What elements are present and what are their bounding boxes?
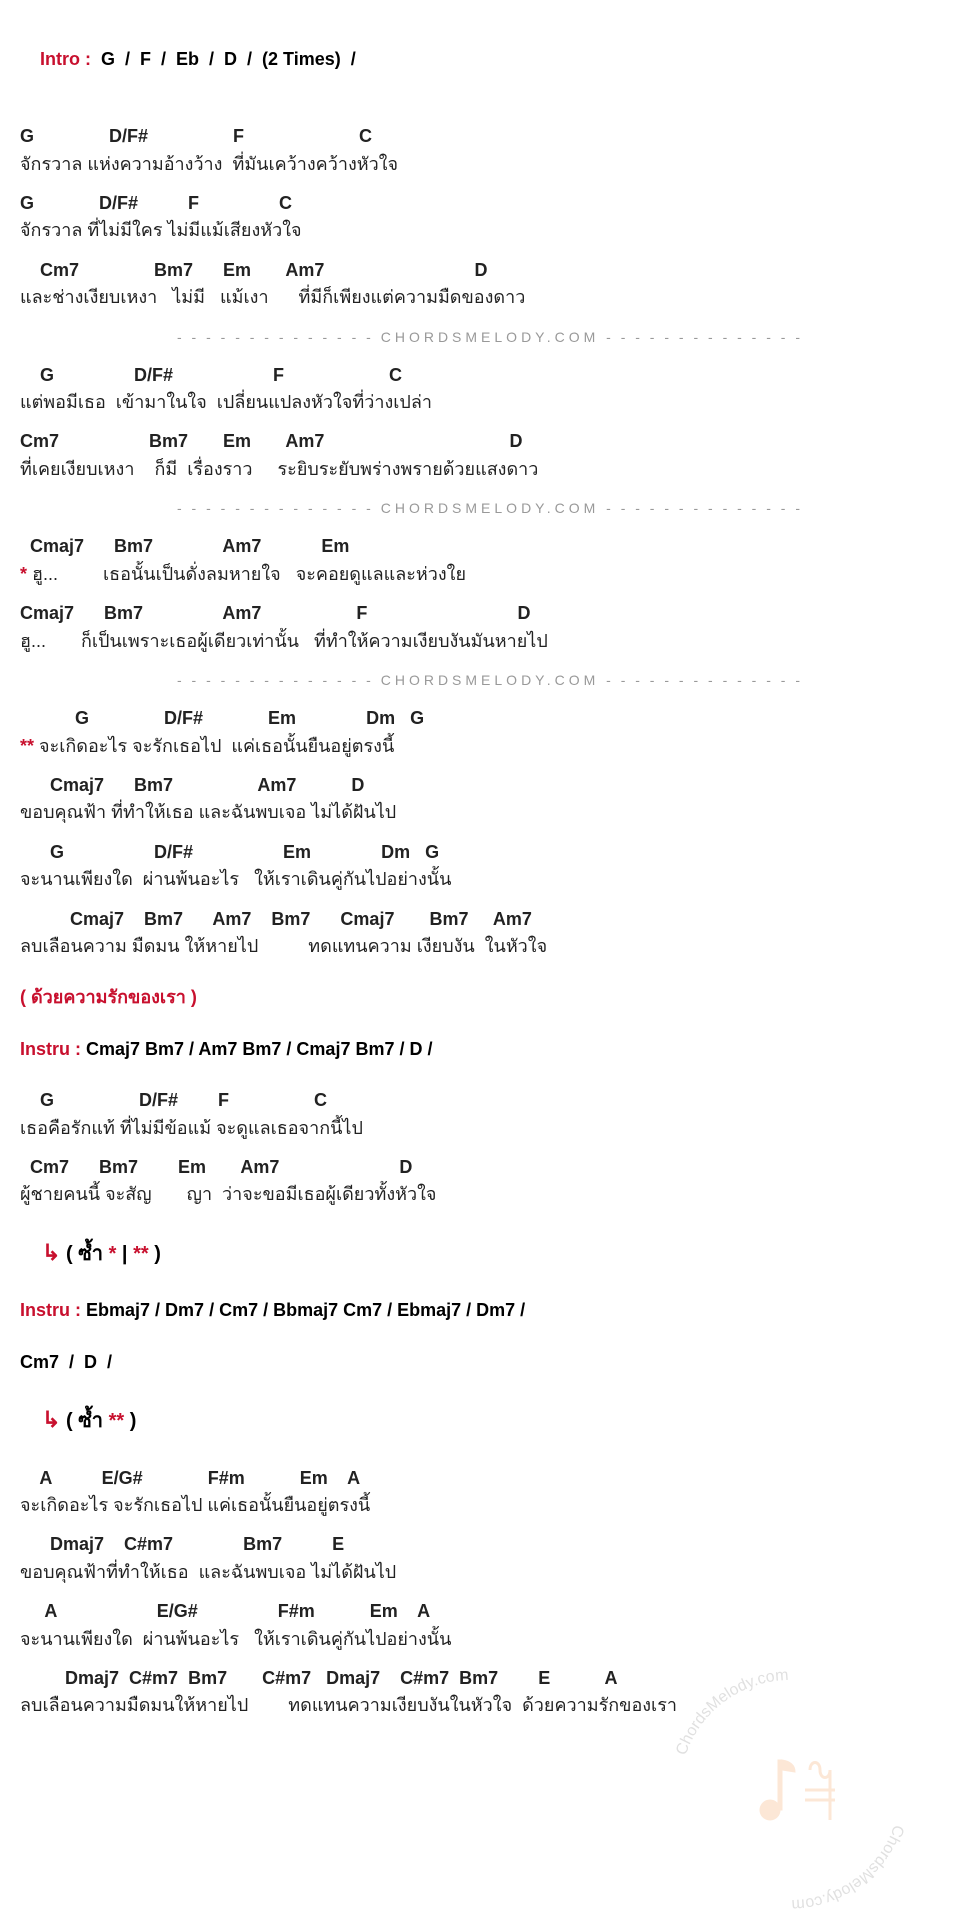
lyric-text: ฮู... เธอนั้นเป็นดั่งลมหายใจ จะคอยดูแลแล… xyxy=(27,564,466,584)
chord-row: G D/F# F C xyxy=(20,125,960,148)
brand-text: CHORDSMELODY.COM xyxy=(381,329,600,345)
repeat-line: ↳ ( ซ้ำ * | ** ) xyxy=(20,1239,960,1268)
marker-star: ** xyxy=(20,736,34,756)
lyric-text: จะเกิดอะไร จะรักเธอไป แค่เธอนั้นยืนอยู่ต… xyxy=(34,736,394,756)
instru-label: Instru : xyxy=(20,1039,81,1059)
lyric-row: ผู้ชายคนนี้ จะสัญ ญา ว่าจะขอมีเธอผู้เดีย… xyxy=(20,1183,960,1206)
lyric-row: ฮู... ก็เป็นเพราะเธอผู้เดียวเท่านั้น ที่… xyxy=(20,630,960,653)
note-line: ( ด้วยความรักของเรา ) xyxy=(20,986,960,1009)
svg-text:ChordsMelody.com: ChordsMelody.com xyxy=(791,1823,907,1914)
brand-text: CHORDSMELODY.COM xyxy=(381,500,600,516)
intro-line: Intro : G / F / Eb / D / (2 Times) / xyxy=(20,25,960,95)
repeat-text: ( ซ้ำ xyxy=(66,1243,109,1265)
repeat-line: ↳ ( ซ้ำ ** ) xyxy=(20,1406,960,1435)
chord-row: G D/F# Em Dm G xyxy=(20,707,960,730)
intro-chords: G / F / Eb / D / (2 Times) / xyxy=(101,49,356,69)
chord-row: Cm7 Bm7 Em Am7 D xyxy=(20,430,960,453)
lyric-row: จะเกิดอะไร จะรักเธอไป แค่เธอนั้นยืนอยู่ต… xyxy=(20,1494,960,1517)
chord-row: Cmaj7 Bm7 Am7 D xyxy=(20,774,960,797)
chord-row: Cmaj7 Bm7 Am7 Em xyxy=(20,535,960,558)
lyric-row: จะนานเพียงใด ผ่านพ้นอะไร ให้เราเดินคู่กั… xyxy=(20,1628,960,1651)
instru-label: Instru : xyxy=(20,1300,81,1320)
marker-star: * xyxy=(20,564,27,584)
chord-row: Cm7 Bm7 Em Am7 D xyxy=(20,259,960,282)
lyric-row: ขอบคุณฟ้าที่ทำให้เธอ และฉันพบเจอ ไม่ได้ฝ… xyxy=(20,1561,960,1584)
chord-row: A E/G# F#m Em A xyxy=(20,1600,960,1623)
divider: - - - - - - - - - - - - - - CHORDSMELODY… xyxy=(20,328,960,346)
lyric-row: และช่างเงียบเหงา ไม่มี แม้เงา ที่มีก็เพี… xyxy=(20,286,960,309)
repeat-text: ( ซ้ำ xyxy=(66,1410,109,1432)
lyric-row: แต่พอมีเธอ เข้ามาในใจ เปลี่ยนแปลงหัวใจที… xyxy=(20,391,960,414)
watermark-text: ChordsMelody.com xyxy=(791,1823,907,1914)
arrow-icon: ↳ xyxy=(42,1407,60,1432)
lyric-row: ลบเลือนความมืดมนให้หายไป ทดแทนความเงียบง… xyxy=(20,1694,960,1717)
divider: - - - - - - - - - - - - - - CHORDSMELODY… xyxy=(20,499,960,517)
arrow-icon: ↳ xyxy=(42,1240,60,1265)
instru-chords-cont: Cm7 / D / xyxy=(20,1351,960,1374)
chord-row: G D/F# Em Dm G xyxy=(20,841,960,864)
lyric-row: * ฮู... เธอนั้นเป็นดั่งลมหายใจ จะคอยดูแล… xyxy=(20,563,960,586)
lyric-row: จะนานเพียงใด ผ่านพ้นอะไร ให้เราเดินคู่กั… xyxy=(20,868,960,891)
lyric-row: ลบเลือนความ มืดมน ให้หายไป ทดแทนความ เงี… xyxy=(20,935,960,958)
chord-row: Dmaj7 C#m7 Bm7 E xyxy=(20,1533,960,1556)
chord-row: Dmaj7 C#m7 Bm7 C#m7 Dmaj7 C#m7 Bm7 E A xyxy=(20,1667,960,1690)
repeat-end: ) xyxy=(149,1243,161,1265)
chord-row: Cmaj7 Bm7 Am7 F D xyxy=(20,602,960,625)
chord-row: G D/F# F C xyxy=(20,1089,960,1112)
repeat-end: ) xyxy=(124,1410,136,1432)
lyric-row: จักรวาล แห่งความอ้างว้าง ที่มันเคว้างคว้… xyxy=(20,153,960,176)
divider: - - - - - - - - - - - - - - CHORDSMELODY… xyxy=(20,671,960,689)
repeat-sep: | xyxy=(116,1243,133,1265)
lyric-row: ที่เคยเงียบเหงา ก็มี เรื่องราว ระยิบระยั… xyxy=(20,458,960,481)
instru-chords: Cmaj7 Bm7 / Am7 Bm7 / Cmaj7 Bm7 / D / xyxy=(86,1039,432,1059)
lyric-row: ขอบคุณฟ้า ที่ทำให้เธอ และฉันพบเจอ ไม่ได้… xyxy=(20,801,960,824)
chord-row: Cm7 Bm7 Em Am7 D xyxy=(20,1156,960,1179)
lyric-row: เธอคือรักแท้ ที่ไม่มีข้อแม้ จะดูแลเธอจาก… xyxy=(20,1117,960,1140)
chord-row: G D/F# F C xyxy=(20,192,960,215)
lyric-row: จักรวาล ที่ไม่มีใคร ไม่มีแม้เสียงหัวใจ xyxy=(20,219,960,242)
instru-line: Instru : Ebmaj7 / Dm7 / Cm7 / Bbmaj7 Cm7… xyxy=(20,1299,960,1322)
chord-row: G D/F# F C xyxy=(20,364,960,387)
chord-sheet: Intro : G / F / Eb / D / (2 Times) / G D… xyxy=(0,0,980,1751)
intro-label: Intro : xyxy=(40,49,91,69)
instru-chords: Ebmaj7 / Dm7 / Cm7 / Bbmaj7 Cm7 / Ebmaj7… xyxy=(86,1300,525,1320)
marker-star: ** xyxy=(133,1243,149,1265)
chord-row: A E/G# F#m Em A xyxy=(20,1467,960,1490)
marker-star: ** xyxy=(109,1410,125,1432)
chord-row: Cmaj7 Bm7 Am7 Bm7 Cmaj7 Bm7 Am7 xyxy=(20,908,960,931)
lyric-row: ** จะเกิดอะไร จะรักเธอไป แค่เธอนั้นยืนอย… xyxy=(20,735,960,758)
instru-line: Instru : Cmaj7 Bm7 / Am7 Bm7 / Cmaj7 Bm7… xyxy=(20,1038,960,1061)
brand-text: CHORDSMELODY.COM xyxy=(381,672,600,688)
